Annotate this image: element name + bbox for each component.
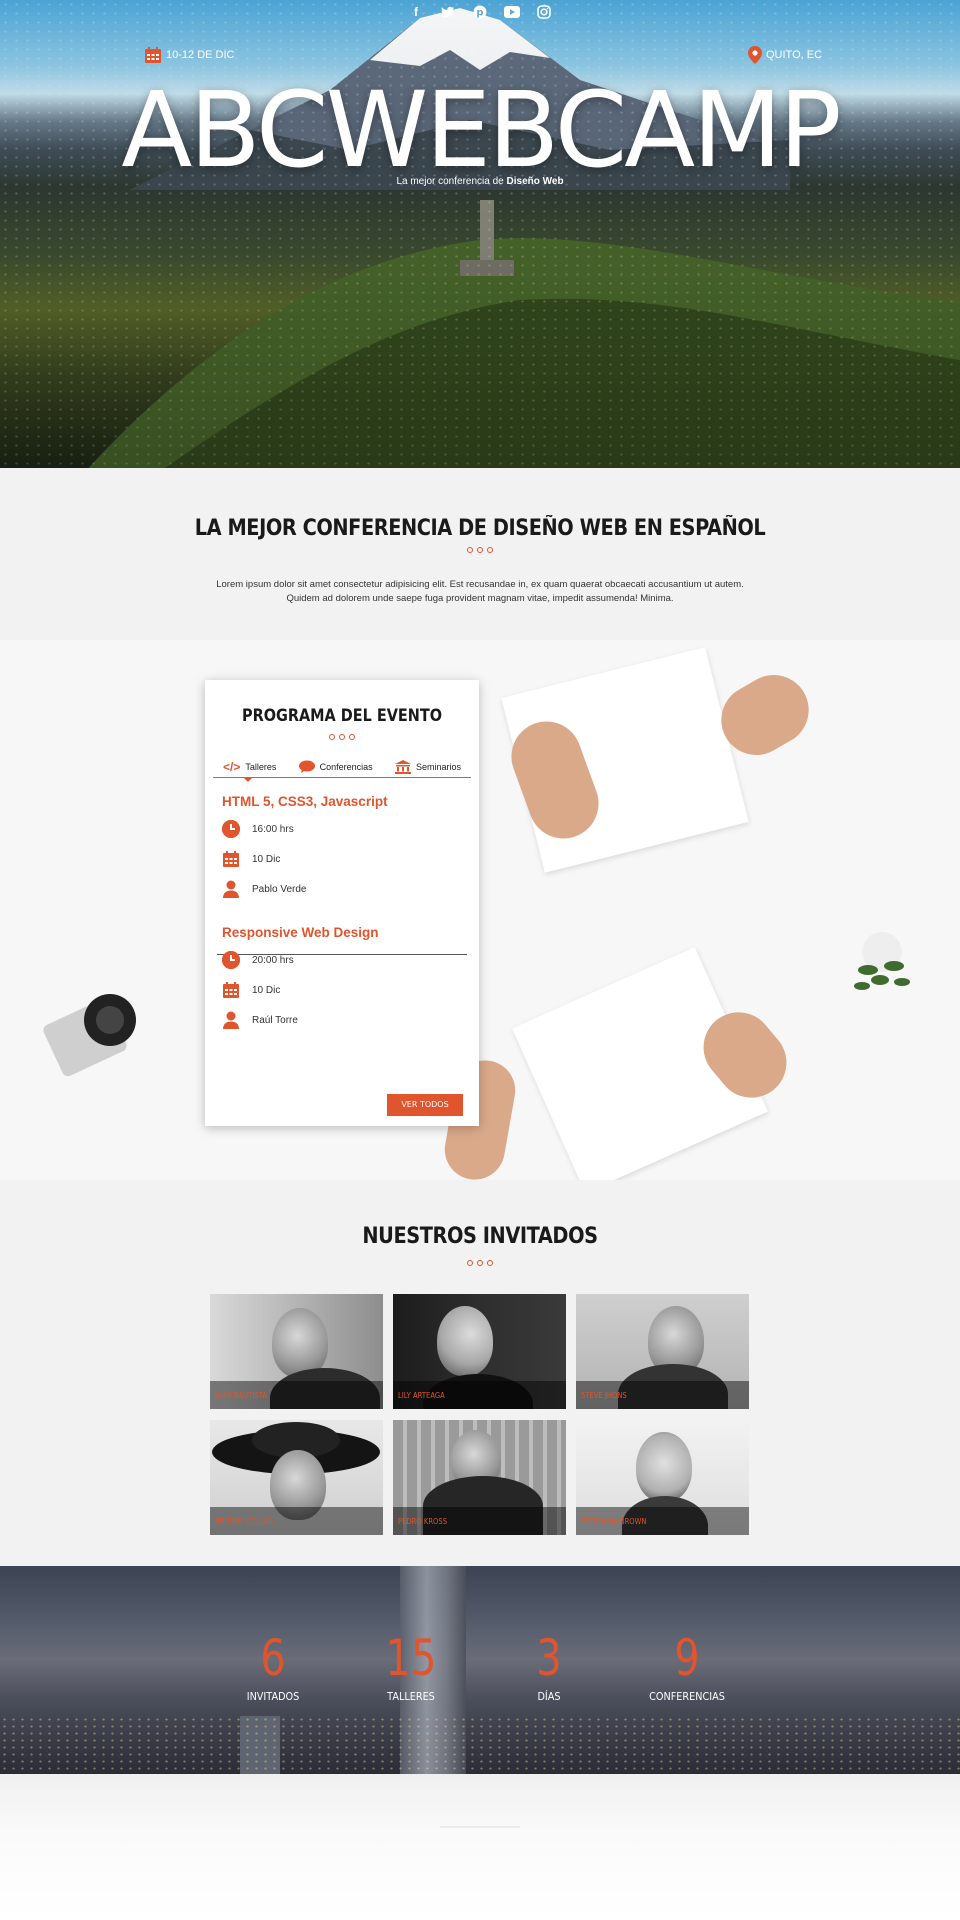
event-time: 16:00 hrs	[222, 820, 294, 838]
title-dots-ornament	[0, 1260, 960, 1266]
event-date-text: 10-12 DE DIC	[166, 49, 235, 61]
event-location-text: QUITO, EC	[766, 49, 823, 61]
view-all-button[interactable]: VER TODOS	[387, 1094, 463, 1116]
event-title: HTML 5, CSS3, Javascript	[222, 794, 388, 809]
program-card: PROGRAMA DEL EVENTO </> Talleres Confere…	[205, 680, 479, 1126]
stat-label: INVITADOS	[246, 1690, 300, 1703]
city-lights	[0, 1716, 960, 1774]
stat-value: 15	[385, 1629, 437, 1687]
event-title: Responsive Web Design	[222, 925, 379, 940]
event-location: QUITO, EC	[748, 46, 822, 64]
event-speaker: Raúl Torre	[222, 1011, 298, 1029]
stat-label: CONFERENCIAS	[649, 1690, 725, 1703]
guests-title: NUESTROS INVITADOS	[362, 1224, 598, 1249]
calendar-icon	[222, 850, 240, 868]
code-icon: </>	[223, 759, 241, 774]
svg-text:p: p	[476, 8, 483, 19]
event-time: 20:00 hrs	[222, 951, 294, 969]
title-dots-ornament	[205, 734, 479, 740]
stat-value: 9	[674, 1629, 700, 1687]
guest-card[interactable]: ESTEFANIA BROWN	[576, 1420, 749, 1535]
stat-conferencias: 9 CONFERENCIAS	[617, 1632, 757, 1703]
guest-card[interactable]: BRITANY COLLAR	[210, 1420, 383, 1535]
site-tagline: La mejor conferencia de Diseño Web	[396, 176, 564, 187]
guest-card[interactable]: PEDRO KROSS	[393, 1420, 566, 1535]
plant-illustration	[854, 932, 910, 990]
guest-name: STEVE JHONS	[581, 1391, 627, 1400]
guest-name: BRITANY COLLAR	[215, 1517, 274, 1526]
user-icon	[222, 1011, 240, 1029]
title-dots-ornament	[0, 547, 960, 553]
chat-bubble-icon	[298, 760, 315, 773]
event-speaker: Pablo Verde	[222, 880, 307, 898]
camera-illustration	[43, 994, 136, 1077]
guest-name: JUAN BAUTISTA	[215, 1391, 267, 1400]
site-title: ABCWEBCAMP	[121, 69, 842, 191]
intro-section: LA MEJOR CONFERENCIA DE DISEÑO WEB EN ES…	[0, 468, 960, 640]
guest-name: PEDRO KROSS	[398, 1517, 448, 1526]
stat-label: TALLERES	[387, 1690, 435, 1703]
twitter-icon[interactable]	[440, 4, 456, 20]
event-date: 10 Dic	[222, 981, 280, 999]
facebook-icon[interactable]: f	[408, 4, 424, 20]
hero-section: f p 10-12 DE DIC QUITO, EC ABCWEBCAMP La…	[0, 0, 960, 468]
social-links: f p	[0, 4, 960, 20]
clock-icon	[222, 820, 240, 838]
footer-divider	[440, 1826, 520, 1828]
intro-title: LA MEJOR CONFERENCIA DE DISEÑO WEB EN ES…	[194, 516, 766, 541]
program-title: PROGRAMA DEL EVENTO	[241, 706, 443, 726]
active-tab-indicator	[243, 777, 253, 782]
program-tabs: </> Talleres Conferencias Seminarios	[213, 756, 471, 778]
youtube-icon[interactable]	[504, 4, 520, 20]
tab-seminarios[interactable]: Seminarios	[394, 756, 461, 777]
tab-talleres[interactable]: </> Talleres	[223, 756, 276, 777]
stat-dias: 3 DÍAS	[479, 1632, 619, 1703]
guest-name: LILY ARTEAGA	[398, 1391, 445, 1400]
event-date: 10 Dic	[222, 850, 280, 868]
stat-invitados: 6 INVITADOS	[203, 1632, 343, 1703]
guest-card[interactable]: STEVE JHONS	[576, 1294, 749, 1409]
instagram-icon[interactable]	[536, 4, 552, 20]
program-section: PROGRAMA DEL EVENTO </> Talleres Confere…	[0, 640, 960, 1180]
map-pin-icon	[748, 46, 762, 64]
footer-section	[0, 1774, 960, 1920]
intro-text: Lorem ipsum dolor sit amet consectetur a…	[216, 579, 744, 604]
stat-value: 3	[536, 1629, 562, 1687]
stat-label: DÍAS	[537, 1690, 561, 1703]
guest-name: ESTEFANIA BROWN	[581, 1517, 647, 1526]
clock-icon	[222, 951, 240, 969]
guest-card[interactable]: JUAN BAUTISTA	[210, 1294, 383, 1409]
guest-card[interactable]: LILY ARTEAGA	[393, 1294, 566, 1409]
calendar-icon	[222, 981, 240, 999]
stat-value: 6	[260, 1629, 286, 1687]
stats-section: 6 INVITADOS 15 TALLERES 3 DÍAS 9 CONFERE…	[0, 1566, 960, 1774]
pinterest-icon[interactable]: p	[472, 4, 488, 20]
university-icon	[394, 759, 411, 774]
user-icon	[222, 880, 240, 898]
tab-conferencias[interactable]: Conferencias	[298, 756, 373, 777]
event-date: 10-12 DE DIC	[144, 46, 234, 64]
stat-talleres: 15 TALLERES	[341, 1632, 481, 1703]
guests-section: NUESTROS INVITADOS JUAN BAUTISTA LILY AR…	[0, 1180, 960, 1566]
calendar-icon	[145, 47, 161, 63]
